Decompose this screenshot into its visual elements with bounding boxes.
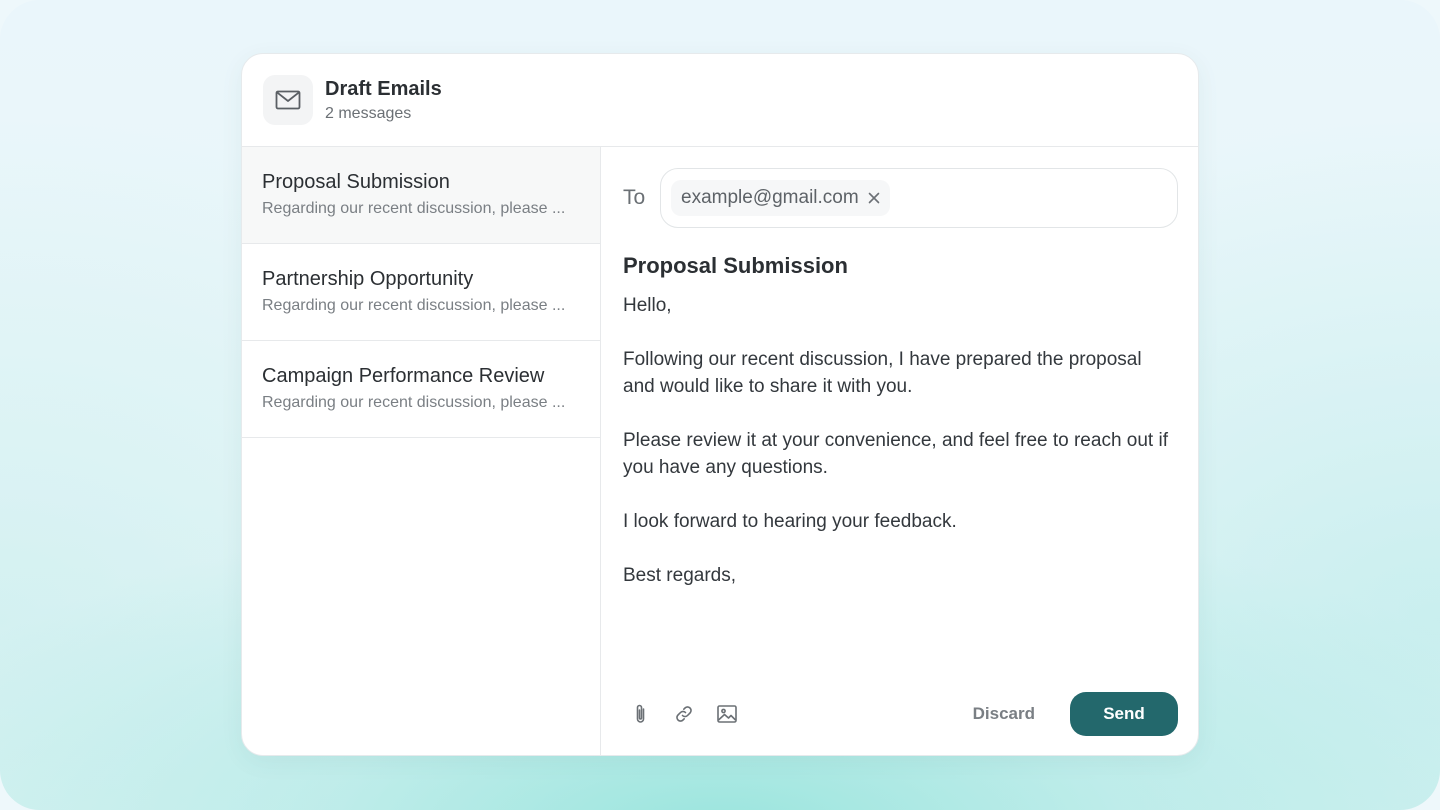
to-label: To	[623, 186, 646, 209]
body-paragraph: I look forward to hearing your feedback.	[623, 511, 957, 532]
send-button[interactable]: Send	[1070, 692, 1178, 736]
compose-pane: To example@gmail.com Proposal Submission…	[601, 147, 1198, 755]
panel-title: Draft Emails	[325, 77, 442, 100]
draft-preview: Regarding our recent discussion, please …	[262, 200, 566, 217]
email-subject[interactable]: Proposal Submission	[623, 252, 1178, 280]
discard-button[interactable]: Discard	[973, 704, 1035, 724]
draft-preview: Regarding our recent discussion, please …	[262, 394, 566, 411]
recipient-row: To example@gmail.com	[623, 168, 1178, 228]
image-icon[interactable]	[710, 697, 744, 731]
body-paragraph: Please review it at your convenience, an…	[623, 430, 1168, 478]
recipient-email: example@gmail.com	[681, 187, 859, 208]
draft-title: Proposal Submission	[262, 171, 450, 193]
message-count: 2 messages	[325, 104, 412, 122]
paperclip-icon[interactable]	[624, 697, 658, 731]
panel-header: Draft Emails 2 messages	[242, 54, 1198, 147]
close-icon[interactable]	[868, 192, 880, 204]
body-paragraph: Hello,	[623, 295, 672, 316]
draft-list-item[interactable]: Campaign Performance Review Regarding ou…	[242, 341, 600, 438]
compose-toolbar: Discard Send	[623, 692, 1178, 736]
mail-icon	[263, 75, 313, 125]
draft-preview: Regarding our recent discussion, please …	[262, 297, 566, 314]
body-paragraph: Following our recent discussion, I have …	[623, 349, 1142, 397]
recipient-input[interactable]: example@gmail.com	[660, 168, 1178, 228]
draft-emails-panel: Draft Emails 2 messages Proposal Submiss…	[241, 53, 1199, 756]
draft-list-item[interactable]: Proposal Submission Regarding our recent…	[242, 147, 600, 244]
draft-title: Campaign Performance Review	[262, 365, 545, 387]
email-body[interactable]: Hello, Following our recent discussion, …	[623, 292, 1178, 589]
body-paragraph: Best regards,	[623, 565, 736, 586]
link-icon[interactable]	[667, 697, 701, 731]
draft-title: Partnership Opportunity	[262, 268, 474, 290]
recipient-chip[interactable]: example@gmail.com	[671, 180, 890, 216]
draft-list-item[interactable]: Partnership Opportunity Regarding our re…	[242, 244, 600, 341]
draft-list: Proposal Submission Regarding our recent…	[242, 147, 601, 755]
